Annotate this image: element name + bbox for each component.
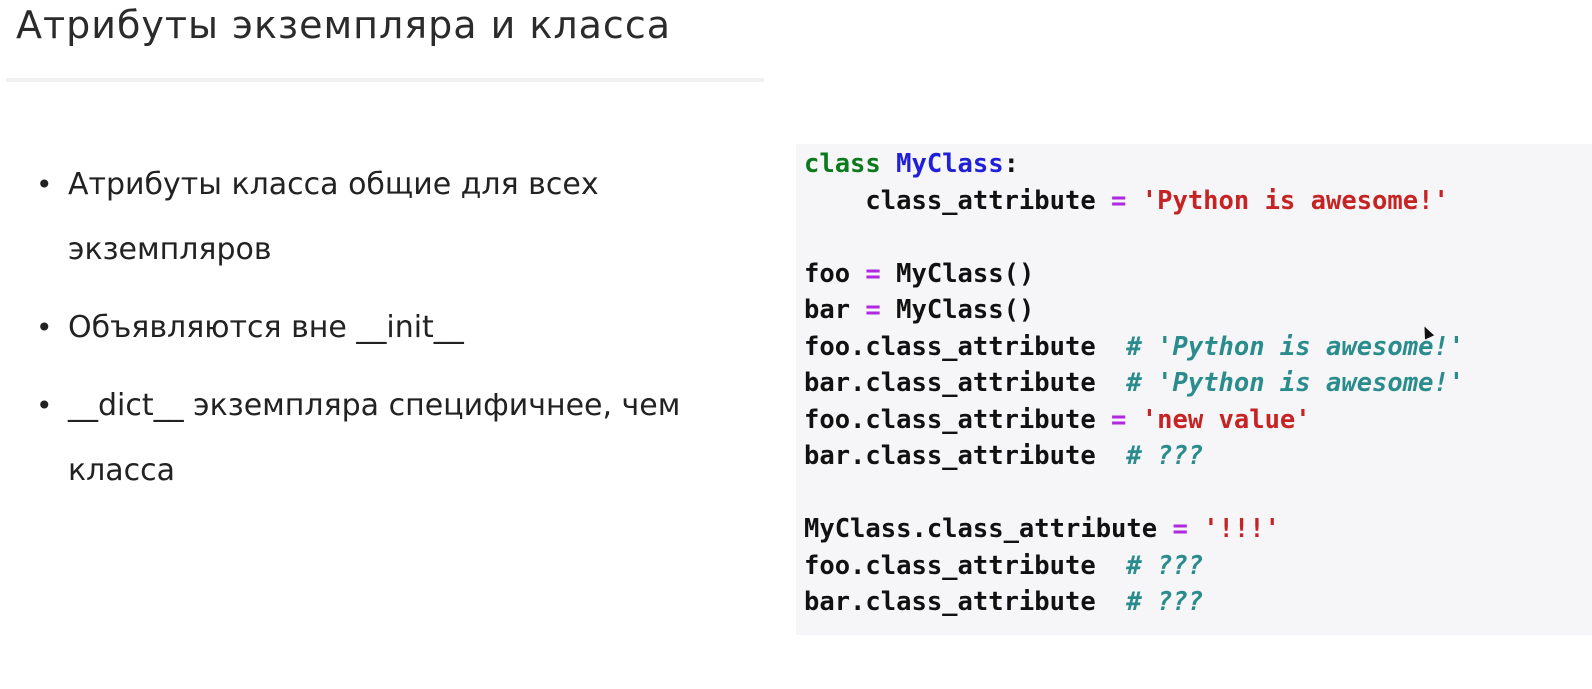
code-token: foo.class_attribute: [804, 550, 1127, 581]
code-token-cmt: # 'Python is awesome!': [1126, 368, 1465, 398]
bullet-item: Атрибуты класса общие для всех экземпляр…: [36, 152, 736, 282]
code-token-op: =: [1111, 185, 1127, 216]
code-token: bar.class_attribute: [804, 368, 1127, 398]
code-token-cls: MyClass: [896, 149, 1004, 179]
code-listing: class MyClass: class_attribute = 'Python…: [804, 146, 1464, 621]
code-token: bar.class_attribute: [804, 587, 1127, 617]
code-line: foo.class_attribute # ???: [804, 548, 1464, 585]
code-token: foo: [804, 258, 866, 289]
code-line: bar.class_attribute # ???: [804, 438, 1464, 475]
code-token-op: =: [865, 295, 881, 325]
code-token: foo.class_attribute: [804, 331, 1127, 362]
code-line: class MyClass:: [804, 146, 1464, 183]
code-token-str: '!!!': [1203, 514, 1280, 544]
code-line: foo.class_attribute = 'new value': [804, 402, 1464, 439]
code-token-cmt: # 'Python is awesome!': [1126, 331, 1465, 362]
code-token-op: =: [1172, 514, 1188, 544]
code-token-cmt: # ???: [1126, 550, 1204, 581]
code-token: bar: [804, 295, 866, 325]
bullet-item: Объявляются вне __init__: [36, 295, 736, 360]
code-token-str: 'Python is awesome!': [1141, 185, 1449, 216]
code-line: class_attribute = 'Python is awesome!': [804, 183, 1464, 220]
code-line: bar = MyClass(): [804, 292, 1464, 329]
code-token: MyClass(): [880, 258, 1035, 289]
code-block: class MyClass: class_attribute = 'Python…: [796, 144, 1592, 635]
code-token-kw: class: [804, 149, 881, 179]
bullet-list: Атрибуты класса общие для всех экземпляр…: [36, 152, 736, 516]
code-token-cmt: # ???: [1126, 587, 1204, 617]
code-line: MyClass.class_attribute = '!!!': [804, 511, 1464, 548]
bullet-item: __dict__ экземпляра специфичнее, чем кла…: [36, 373, 736, 503]
code-token: MyClass(): [880, 295, 1035, 325]
code-line: bar.class_attribute # 'Python is awesome…: [804, 365, 1464, 402]
code-line: bar.class_attribute # ???: [804, 584, 1464, 621]
code-token: bar.class_attribute: [804, 441, 1127, 471]
slide-title: Атрибуты экземпляра и класса: [16, 3, 671, 47]
code-token-str: 'new value': [1141, 404, 1311, 435]
code-token-op: =: [1111, 404, 1127, 435]
code-token: :: [1003, 149, 1019, 179]
code-token-op: =: [865, 258, 881, 289]
code-line: foo.class_attribute # 'Python is awesome…: [804, 329, 1464, 366]
code-token: class_attribute: [804, 185, 1112, 216]
code-token: foo.class_attribute: [804, 404, 1112, 435]
code-line: foo = MyClass(): [804, 256, 1464, 293]
code-token-cmt: # ???: [1126, 441, 1204, 471]
code-token: MyClass.class_attribute: [804, 514, 1173, 544]
title-divider: [6, 78, 764, 82]
